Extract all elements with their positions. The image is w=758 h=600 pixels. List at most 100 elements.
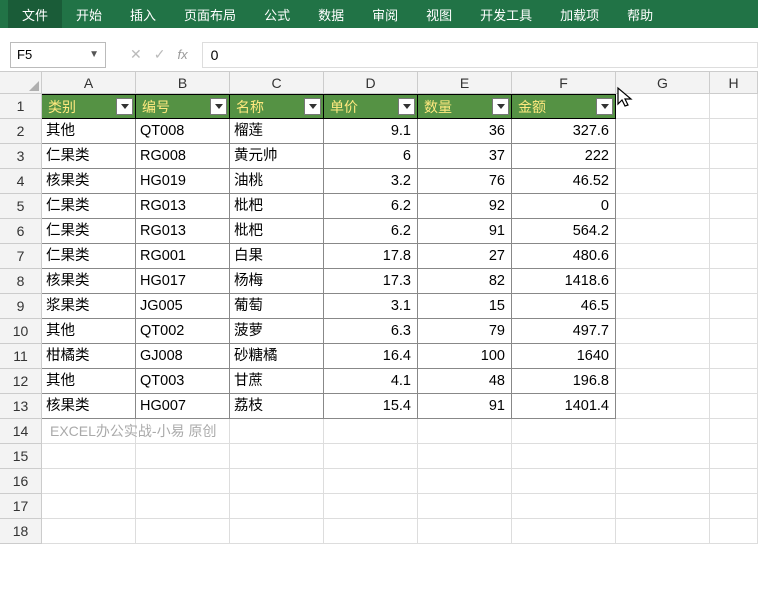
cell-10-A[interactable]: 其他: [42, 319, 136, 344]
cell-15-H[interactable]: [710, 444, 758, 469]
cell-3-E[interactable]: 37: [418, 144, 512, 169]
ribbon-tab-8[interactable]: 开发工具: [466, 0, 546, 28]
cell-empty[interactable]: [710, 369, 758, 394]
cell-empty[interactable]: [616, 94, 710, 119]
cell-15-B[interactable]: [136, 444, 230, 469]
filter-dropdown-icon[interactable]: [398, 98, 415, 115]
ribbon-tab-5[interactable]: 数据: [304, 0, 358, 28]
filter-dropdown-icon[interactable]: [304, 98, 321, 115]
cell-empty[interactable]: [616, 219, 710, 244]
cell-2-C[interactable]: 榴莲: [230, 119, 324, 144]
cell-5-A[interactable]: 仁果类: [42, 194, 136, 219]
row-header-7[interactable]: 7: [0, 244, 42, 269]
ribbon-tab-10[interactable]: 帮助: [613, 0, 667, 28]
cell-2-F[interactable]: 327.6: [512, 119, 616, 144]
cell-7-A[interactable]: 仁果类: [42, 244, 136, 269]
cell-9-B[interactable]: JG005: [136, 294, 230, 319]
row-header-16[interactable]: 16: [0, 469, 42, 494]
ribbon-tab-1[interactable]: 开始: [62, 0, 116, 28]
row-header-3[interactable]: 3: [0, 144, 42, 169]
cell-11-D[interactable]: 16.4: [324, 344, 418, 369]
cell-16-G[interactable]: [616, 469, 710, 494]
cell-empty[interactable]: [616, 269, 710, 294]
cell-14-H[interactable]: [710, 419, 758, 444]
cell-4-D[interactable]: 3.2: [324, 169, 418, 194]
cell-10-F[interactable]: 497.7: [512, 319, 616, 344]
cell-7-C[interactable]: 白果: [230, 244, 324, 269]
cell-14-F[interactable]: [512, 419, 616, 444]
cell-empty[interactable]: [616, 319, 710, 344]
cell-2-D[interactable]: 9.1: [324, 119, 418, 144]
cell-empty[interactable]: [710, 144, 758, 169]
cell-2-A[interactable]: 其他: [42, 119, 136, 144]
cell-18-H[interactable]: [710, 519, 758, 544]
column-header-C[interactable]: C: [230, 72, 324, 93]
cell-12-D[interactable]: 4.1: [324, 369, 418, 394]
cell-3-C[interactable]: 黄元帅: [230, 144, 324, 169]
filter-dropdown-icon[interactable]: [116, 98, 133, 115]
cell-17-H[interactable]: [710, 494, 758, 519]
cell-4-C[interactable]: 油桃: [230, 169, 324, 194]
filter-dropdown-icon[interactable]: [596, 98, 613, 115]
ribbon-tab-7[interactable]: 视图: [412, 0, 466, 28]
row-header-13[interactable]: 13: [0, 394, 42, 419]
cell-10-B[interactable]: QT002: [136, 319, 230, 344]
column-header-F[interactable]: F: [512, 72, 616, 93]
cell-8-F[interactable]: 1418.6: [512, 269, 616, 294]
table-header-1[interactable]: 编号: [136, 94, 230, 119]
cell-18-G[interactable]: [616, 519, 710, 544]
cell-8-A[interactable]: 核果类: [42, 269, 136, 294]
cell-17-D[interactable]: [324, 494, 418, 519]
cell-4-A[interactable]: 核果类: [42, 169, 136, 194]
cell-13-E[interactable]: 91: [418, 394, 512, 419]
column-header-H[interactable]: H: [710, 72, 758, 93]
cell-13-F[interactable]: 1401.4: [512, 394, 616, 419]
ribbon-tab-6[interactable]: 审阅: [358, 0, 412, 28]
chevron-down-icon[interactable]: ▼: [89, 49, 99, 60]
column-header-B[interactable]: B: [136, 72, 230, 93]
cell-16-A[interactable]: [42, 469, 136, 494]
cell-7-F[interactable]: 480.6: [512, 244, 616, 269]
cell-empty[interactable]: [616, 344, 710, 369]
cell-5-F[interactable]: 0: [512, 194, 616, 219]
row-header-18[interactable]: 18: [0, 519, 42, 544]
cell-3-B[interactable]: RG008: [136, 144, 230, 169]
table-header-2[interactable]: 名称: [230, 94, 324, 119]
cell-14-G[interactable]: [616, 419, 710, 444]
row-header-2[interactable]: 2: [0, 119, 42, 144]
column-header-G[interactable]: G: [616, 72, 710, 93]
cell-18-B[interactable]: [136, 519, 230, 544]
cell-13-A[interactable]: 核果类: [42, 394, 136, 419]
cell-12-F[interactable]: 196.8: [512, 369, 616, 394]
cell-10-C[interactable]: 菠萝: [230, 319, 324, 344]
cell-14-E[interactable]: [418, 419, 512, 444]
cell-17-A[interactable]: [42, 494, 136, 519]
cell-6-B[interactable]: RG013: [136, 219, 230, 244]
cell-4-F[interactable]: 46.52: [512, 169, 616, 194]
cell-9-A[interactable]: 浆果类: [42, 294, 136, 319]
cell-17-B[interactable]: [136, 494, 230, 519]
cell-17-E[interactable]: [418, 494, 512, 519]
cell-16-C[interactable]: [230, 469, 324, 494]
cell-empty[interactable]: [710, 219, 758, 244]
fx-icon[interactable]: fx: [177, 47, 187, 62]
ribbon-tab-0[interactable]: 文件: [8, 0, 62, 28]
cell-2-E[interactable]: 36: [418, 119, 512, 144]
cell-3-D[interactable]: 6: [324, 144, 418, 169]
cell-16-F[interactable]: [512, 469, 616, 494]
filter-dropdown-icon[interactable]: [210, 98, 227, 115]
cell-4-B[interactable]: HG019: [136, 169, 230, 194]
row-header-6[interactable]: 6: [0, 219, 42, 244]
row-header-12[interactable]: 12: [0, 369, 42, 394]
cell-6-C[interactable]: 枇杷: [230, 219, 324, 244]
cell-18-F[interactable]: [512, 519, 616, 544]
cell-empty[interactable]: [710, 344, 758, 369]
cell-9-F[interactable]: 46.5: [512, 294, 616, 319]
table-header-4[interactable]: 数量: [418, 94, 512, 119]
cell-8-D[interactable]: 17.3: [324, 269, 418, 294]
cell-13-B[interactable]: HG007: [136, 394, 230, 419]
name-box[interactable]: F5 ▼: [10, 42, 106, 68]
cell-empty[interactable]: [616, 244, 710, 269]
cell-11-C[interactable]: 砂糖橘: [230, 344, 324, 369]
cell-17-G[interactable]: [616, 494, 710, 519]
